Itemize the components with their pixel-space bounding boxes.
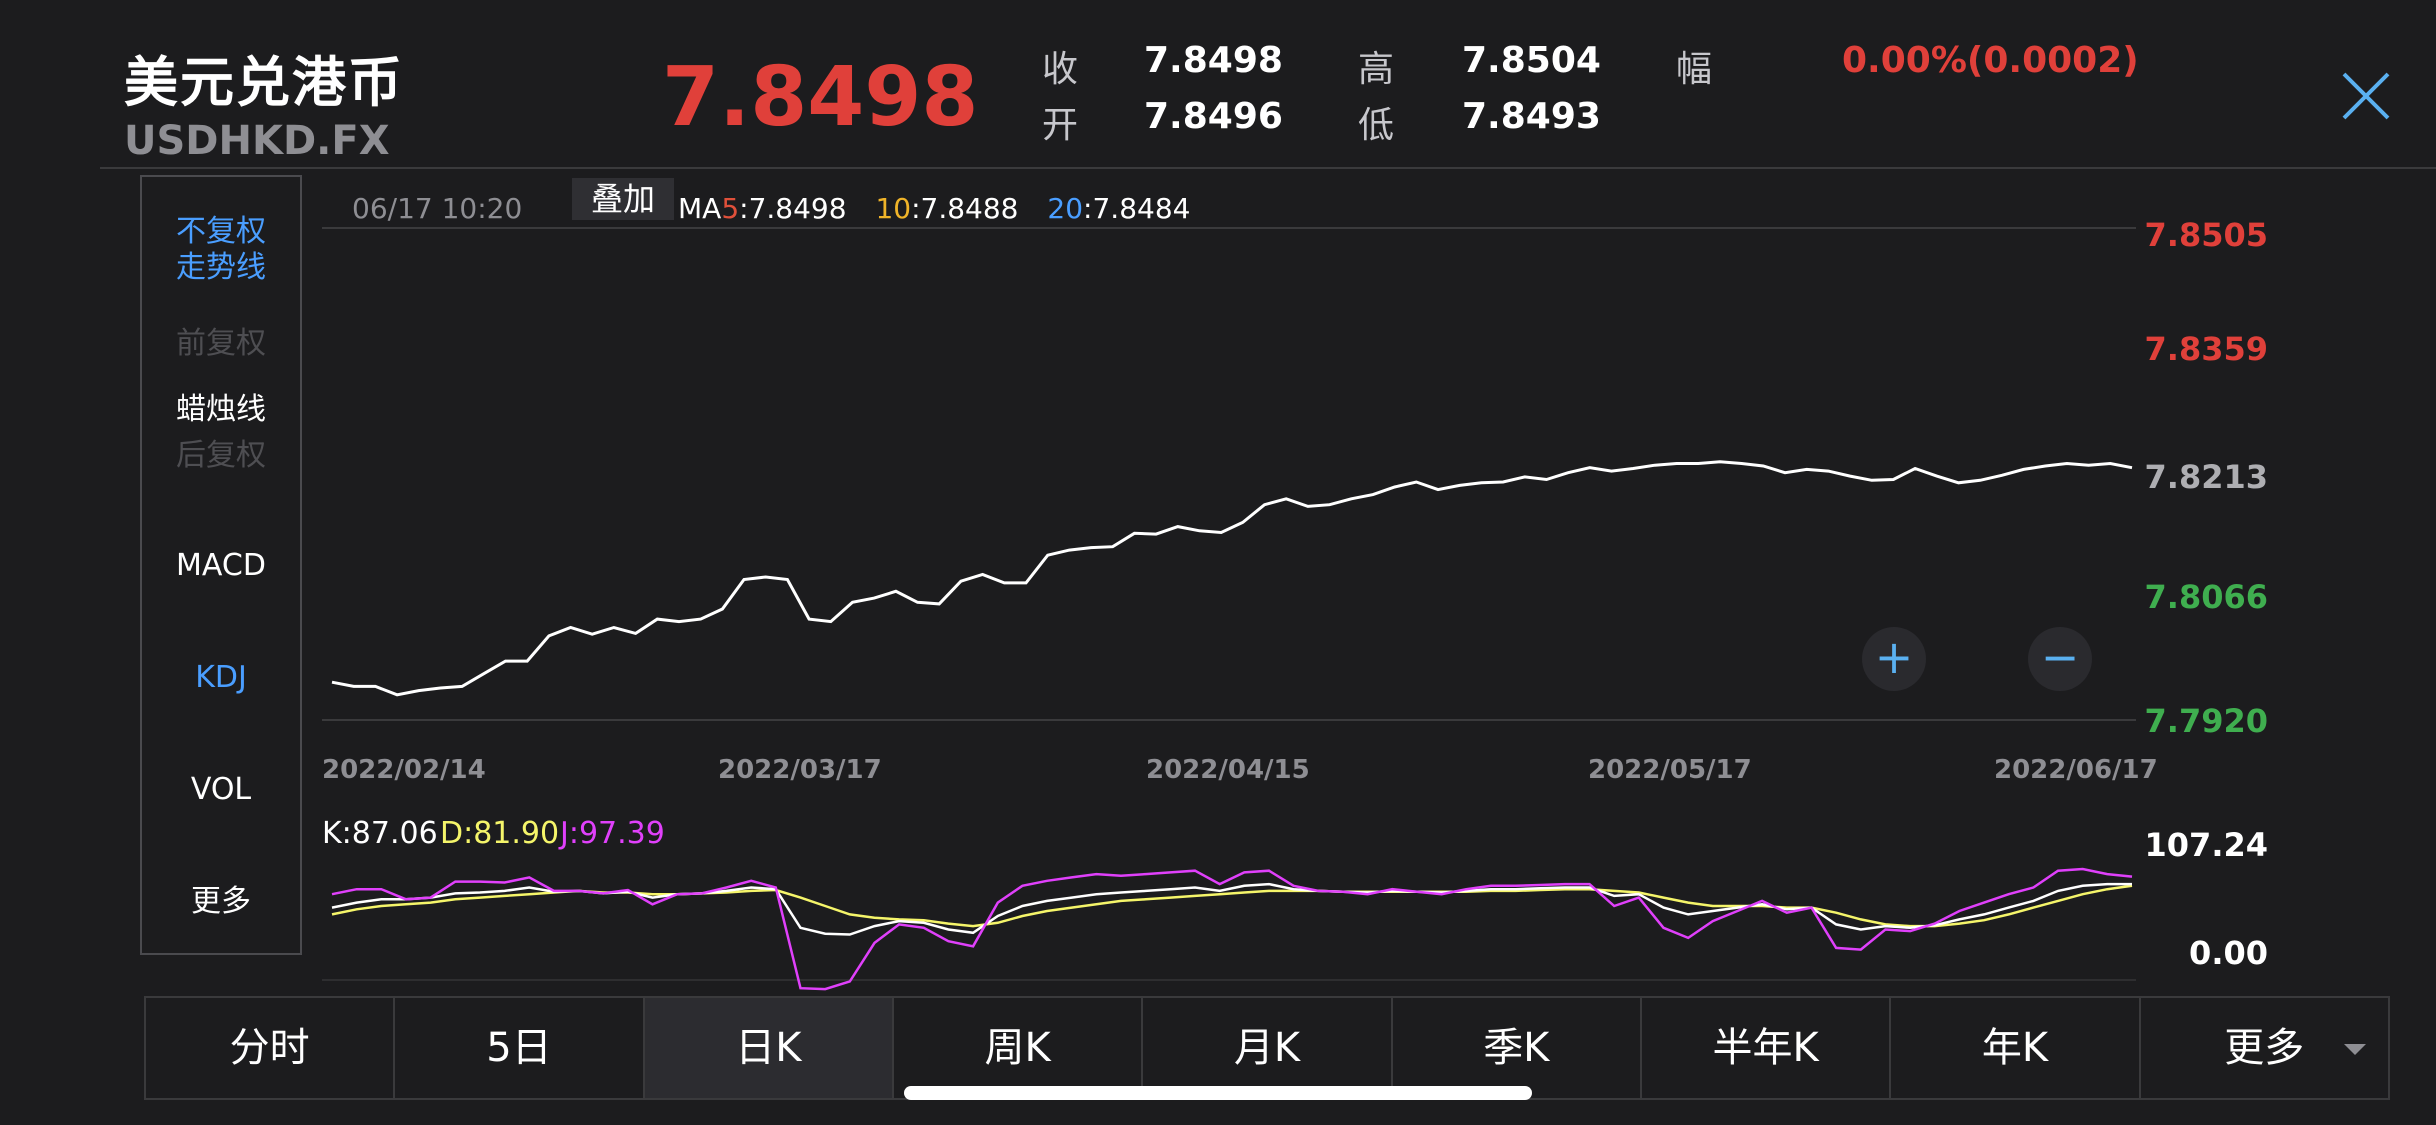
y-tick-4: 7.8066	[2144, 578, 2268, 616]
x-tick-4: 2022/05/17	[1588, 755, 1752, 785]
tab-intraday[interactable]: 分时	[146, 998, 396, 1098]
chevron-down-icon	[2343, 1044, 2366, 1055]
kdj-k-value: K:87.06	[322, 816, 438, 851]
x-tick-5: 2022/06/17	[1994, 755, 2158, 785]
x-tick-3: 2022/04/15	[1146, 755, 1310, 785]
kdj-axis-top: 107.24	[2144, 826, 2268, 864]
kdj-axis-bottom: 0.00	[2189, 934, 2268, 972]
zoom-out-button[interactable]: −	[2028, 627, 2092, 691]
tab-5day[interactable]: 5日	[395, 998, 645, 1098]
y-tick-1: 7.8505	[2144, 216, 2268, 254]
tab-weekly-k[interactable]: 周K	[894, 998, 1144, 1098]
period-tabs: 分时 5日 日K 周K 月K 季K 半年K 年K 更多	[144, 996, 2390, 1100]
y-tick-2: 7.8359	[2144, 330, 2268, 368]
x-tick-1: 2022/02/14	[322, 755, 486, 785]
tab-monthly-k[interactable]: 月K	[1143, 998, 1393, 1098]
tab-more-label: 更多	[2224, 1025, 2305, 1071]
x-tick-2: 2022/03/17	[718, 755, 882, 785]
tab-yearly-k[interactable]: 年K	[1891, 998, 2141, 1098]
zoom-in-button[interactable]: +	[1862, 627, 1926, 691]
tab-half-year-k[interactable]: 半年K	[1642, 998, 1892, 1098]
kdj-d-line	[331, 884, 2133, 928]
kdj-d-value: D:81.90	[440, 816, 560, 851]
home-indicator[interactable]	[904, 1086, 1532, 1100]
y-tick-5: 7.7920	[2144, 702, 2268, 740]
y-tick-3: 7.8213	[2144, 458, 2268, 496]
kdj-j-value: J:97.39	[560, 816, 665, 851]
tab-daily-k[interactable]: 日K	[644, 998, 894, 1098]
tab-quarterly-k[interactable]: 季K	[1393, 998, 1642, 1098]
tab-more[interactable]: 更多	[2141, 998, 2388, 1098]
